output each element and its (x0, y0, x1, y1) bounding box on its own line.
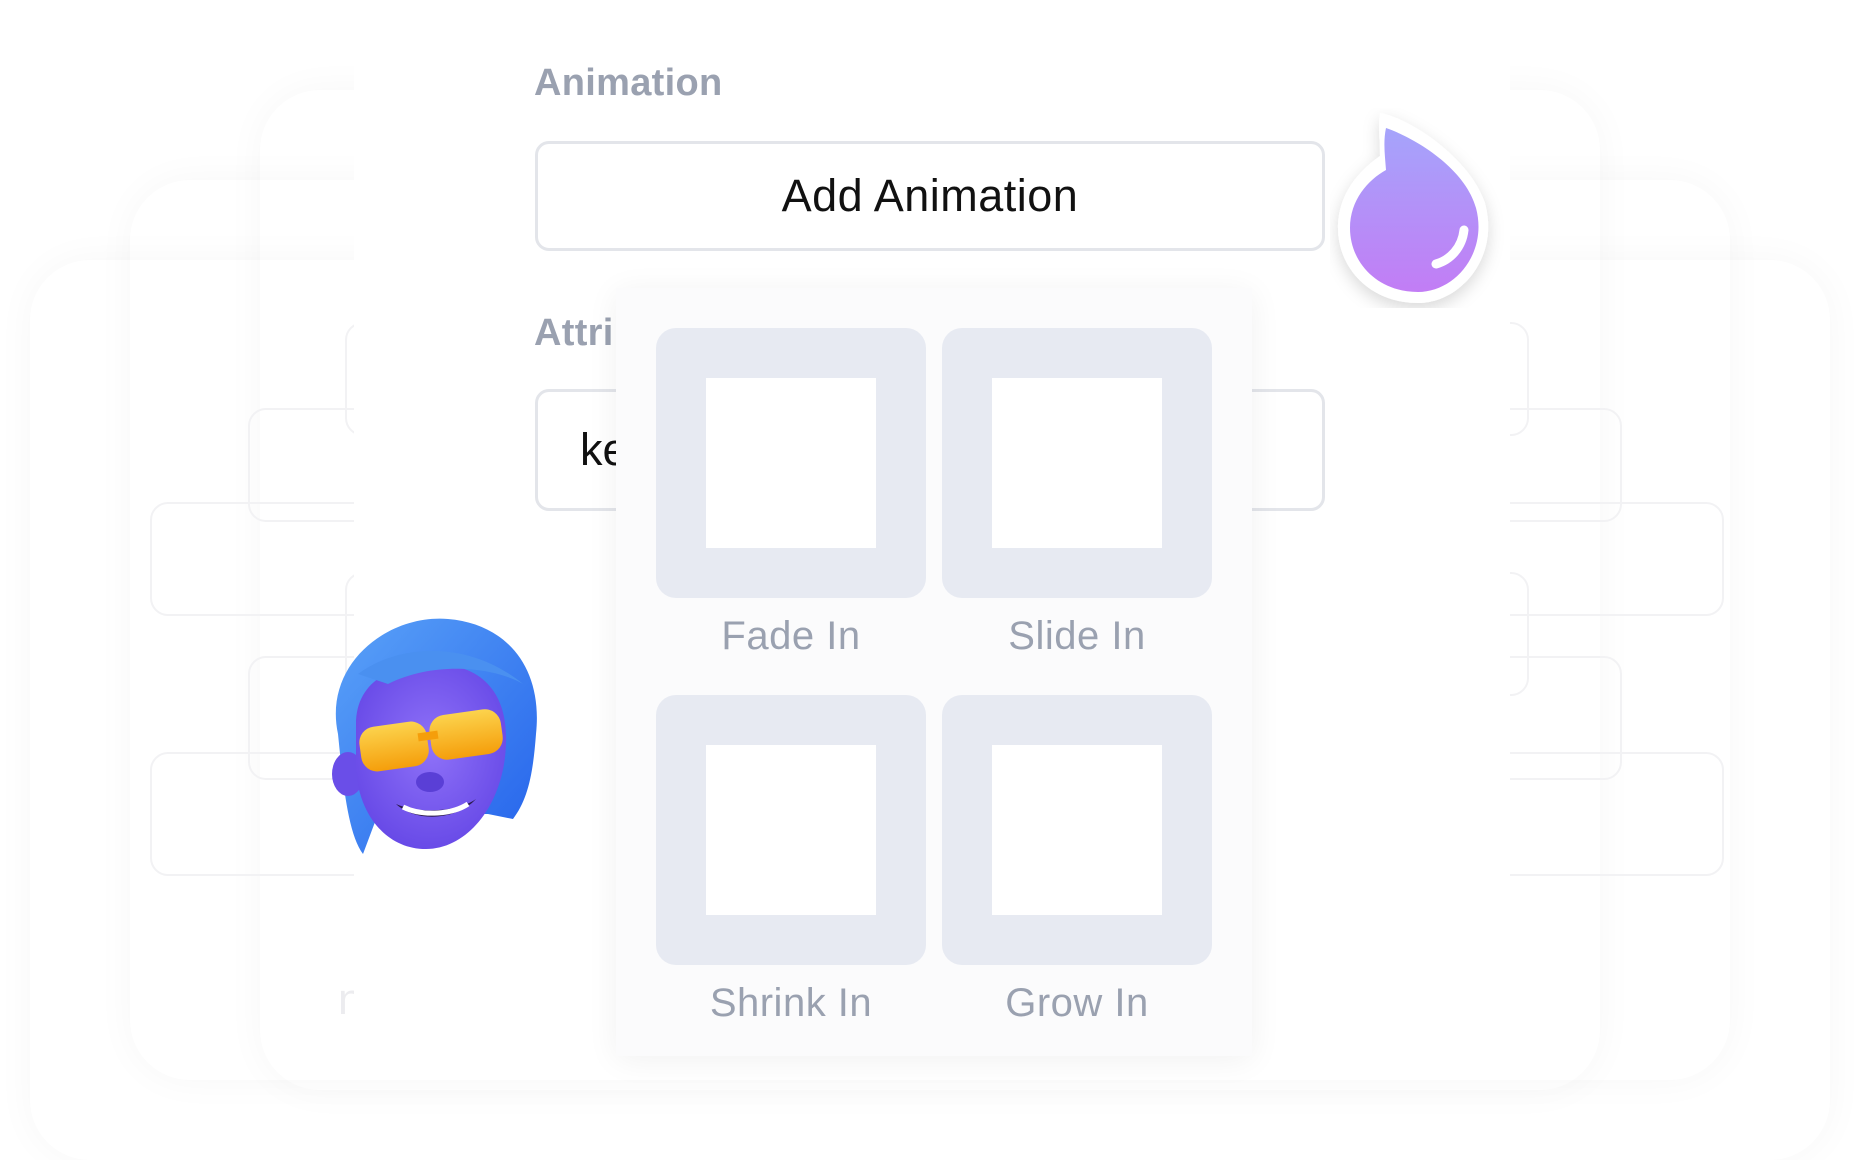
thumbnail-square (706, 378, 876, 548)
thumbnail-square (992, 378, 1162, 548)
animation-section-label: Animation (534, 62, 723, 104)
add-animation-button[interactable]: Add Animation (535, 141, 1325, 251)
animation-thumbnail (656, 328, 926, 598)
animation-option-slide-in[interactable]: Slide In (942, 328, 1212, 659)
attributes-section-label: Attri (534, 312, 614, 354)
animation-option-label: Grow In (1005, 981, 1149, 1025)
animation-option-label: Shrink In (709, 981, 873, 1025)
animation-dropdown: Fade In Slide In Shrink In Grow In (616, 288, 1252, 1056)
animation-option-label: Fade In (721, 614, 861, 658)
animation-option-fade-in[interactable]: Fade In (656, 328, 926, 659)
thumbnail-square (706, 745, 876, 915)
thumbnail-square (992, 745, 1162, 915)
animation-thumbnail (656, 695, 926, 965)
animation-thumbnail (942, 328, 1212, 598)
animation-thumbnail (942, 695, 1212, 965)
animation-option-label: Slide In (1008, 614, 1146, 658)
animation-option-grow-in[interactable]: Grow In (942, 695, 1212, 1026)
animation-option-shrink-in[interactable]: Shrink In (656, 695, 926, 1026)
memoji-avatar (332, 618, 537, 854)
flame-icon (1338, 113, 1489, 303)
